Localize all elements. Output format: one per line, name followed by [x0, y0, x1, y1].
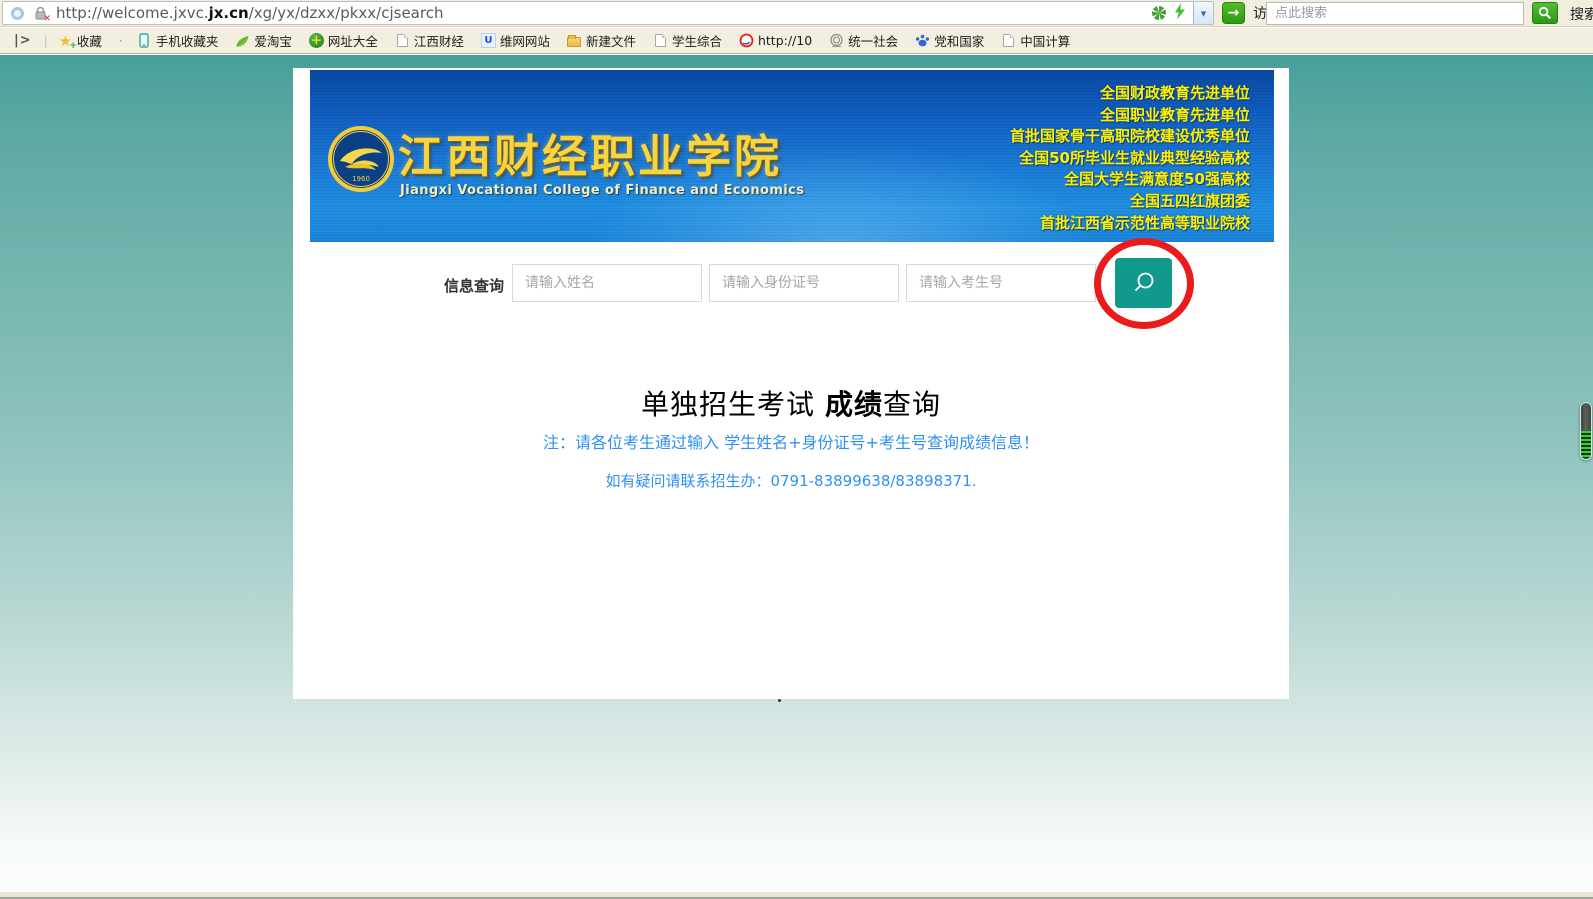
sidebar-expand-icon[interactable]: |>	[14, 33, 32, 48]
college-banner: 1960 江西财经职业学院 Jiangxi Vocational College…	[310, 70, 1274, 242]
honor-line: 首批国家骨干高职院校建设优秀单位	[1010, 126, 1250, 148]
phone-icon	[137, 33, 152, 48]
folder-icon	[567, 37, 581, 47]
note-instructions: 注：请各位考生通过输入 学生姓名+身份证号+考生号查询成绩信息！	[293, 429, 1289, 453]
star-plus-icon: ★+	[58, 33, 73, 48]
lightning-icon[interactable]	[1174, 3, 1186, 24]
search-label[interactable]: 搜索	[1570, 4, 1593, 24]
page-background: 1960 江西财经职业学院 Jiangxi Vocational College…	[0, 55, 1593, 899]
bookmark-favorites[interactable]: ★+ 收藏	[58, 31, 102, 50]
shutter-icon[interactable]	[1152, 6, 1166, 20]
bookmark-unified-social[interactable]: 统一社会	[829, 31, 898, 50]
query-label: 信息查询	[444, 275, 504, 296]
score-search-button[interactable]	[1115, 258, 1172, 308]
plus-circle-icon: ＋	[309, 33, 324, 48]
insecure-lock-icon[interactable]: ✕	[33, 6, 48, 21]
page-icon	[397, 34, 408, 47]
bookmark-student-portal[interactable]: 学生综合	[653, 31, 722, 50]
bookmark-aitaobao[interactable]: 爱淘宝	[235, 31, 292, 50]
honor-line: 全国五四红旗团委	[1010, 191, 1250, 213]
name-input[interactable]	[512, 264, 702, 302]
honor-line: 全国大学生满意度50强高校	[1010, 169, 1250, 191]
exam-number-input[interactable]	[906, 264, 1096, 302]
bookmark-mobile-favorites[interactable]: 手机收藏夹	[137, 31, 219, 50]
bookmarks-dot: ·	[119, 33, 123, 48]
honor-line: 首批江西省示范性高等职业院校	[1010, 213, 1250, 235]
u-badge-icon: U	[481, 33, 496, 48]
bookmark-wangzhi-daquan[interactable]: ＋ 网址大全	[309, 31, 378, 50]
bookmark-http10[interactable]: http://10	[739, 33, 812, 48]
page-title: 单独招生考试 成绩查询	[293, 383, 1289, 423]
lock-error-mark: ✕	[43, 14, 51, 24]
college-name-cn: 江西财经职业学院	[398, 120, 782, 185]
id-number-input[interactable]	[709, 264, 899, 302]
stray-dot	[778, 699, 781, 702]
logo-year: 1960	[352, 175, 370, 183]
quick-search-button[interactable]	[1532, 2, 1558, 24]
quick-search-input[interactable]	[1266, 2, 1524, 25]
browser-address-bar: ✕ http://welcome.jxvc.jx.cn/xg/yx/dzxx/p…	[0, 0, 1593, 27]
college-name-en: Jiangxi Vocational College of Finance an…	[400, 183, 804, 198]
go-button[interactable]: →	[1222, 2, 1245, 24]
page-icon	[1003, 34, 1014, 47]
leaf-icon	[235, 33, 250, 48]
honor-line: 全国财政教育先进单位	[1010, 83, 1250, 105]
url-text[interactable]: http://welcome.jxvc.jx.cn/xg/yx/dzxx/pkx…	[56, 4, 443, 22]
scroll-stripes	[1581, 431, 1591, 460]
scrollbar-thumb[interactable]	[1580, 402, 1592, 460]
rings-icon	[829, 33, 844, 48]
page-icon	[655, 34, 666, 47]
url-field[interactable]: ✕ http://welcome.jxvc.jx.cn/xg/yx/dzxx/p…	[2, 1, 1214, 25]
bookmark-jiangxi-caijing[interactable]: 江西财经	[395, 31, 464, 50]
site-favicon-icon	[11, 7, 24, 20]
bookmark-china-computing[interactable]: 中国计算	[1001, 31, 1070, 50]
red-circle-icon	[739, 33, 754, 48]
paw-icon	[915, 33, 930, 48]
bookmark-new-file[interactable]: 新建文件	[567, 31, 636, 50]
bookmarks-bar: |> | ★+ 收藏 · 手机收藏夹 爱淘宝 ＋ 网址大全 江西财经 U 维网网…	[0, 28, 1593, 54]
college-logo-icon: 1960	[327, 125, 395, 193]
magnifier-icon	[1131, 270, 1157, 296]
url-dropdown-button[interactable]: ▾	[1193, 2, 1213, 24]
content-panel: 1960 江西财经职业学院 Jiangxi Vocational College…	[293, 68, 1289, 699]
bookmarks-separator: |	[44, 33, 48, 48]
bookmark-weiwang-site[interactable]: U 维网网站	[481, 31, 550, 50]
honor-line: 全国50所毕业生就业典型经验高校	[1010, 148, 1250, 170]
honor-line: 全国职业教育先进单位	[1010, 105, 1250, 127]
bookmark-party-state[interactable]: 党和国家	[915, 31, 984, 50]
honor-list: 全国财政教育先进单位 全国职业教育先进单位 首批国家骨干高职院校建设优秀单位 全…	[1010, 83, 1250, 234]
note-contact: 如有疑问请联系招生办：0791-83899638/83898371.	[293, 470, 1289, 491]
